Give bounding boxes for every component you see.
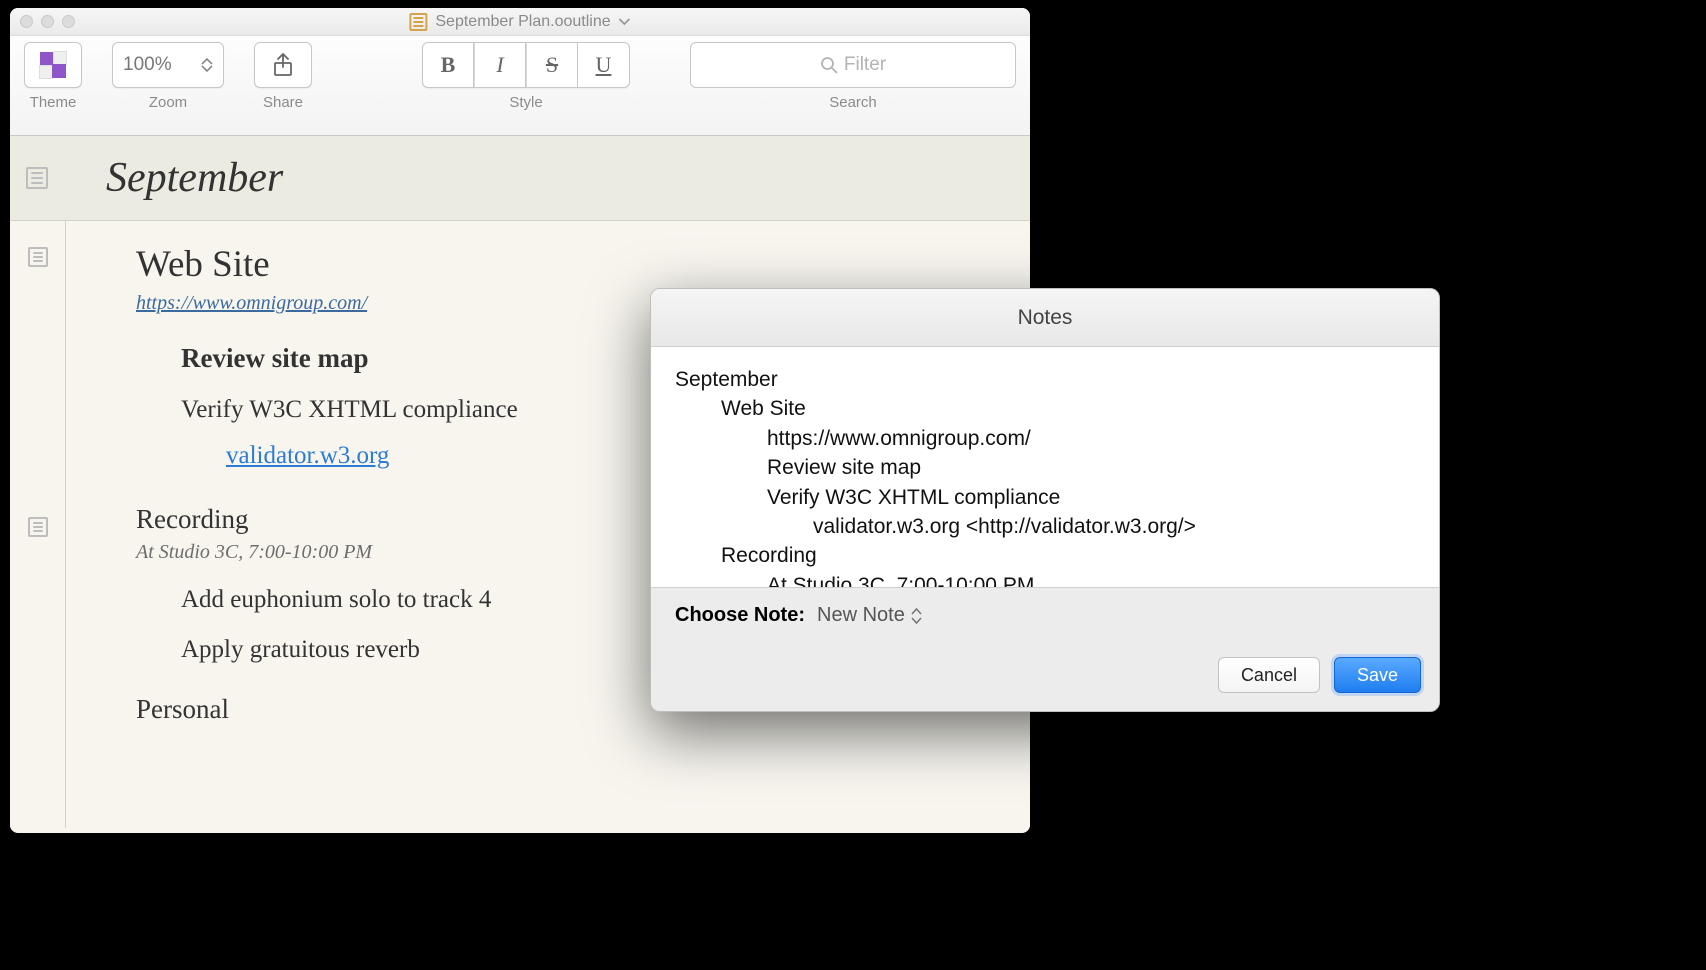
share-group: Share [254,42,312,135]
minimize-window-button[interactable] [41,15,54,28]
updown-icon [911,608,922,624]
note-line: https://www.omnigroup.com/ [675,424,1415,453]
theme-icon [40,52,66,78]
zoom-stepper-icon [195,57,213,73]
toolbar: Theme 100% Zoom Share [10,36,1030,136]
zoom-button[interactable]: 100% [112,42,224,88]
style-label: Style [509,94,542,111]
section-heading[interactable]: Web Site [136,243,1000,286]
zoom-window-button[interactable] [62,15,75,28]
zoom-value: 100% [123,54,172,76]
style-group: B I S U Style [422,42,630,135]
note-line: Review site map [675,453,1415,482]
row-note-icon[interactable] [28,247,48,267]
validator-link[interactable]: validator.w3.org [226,442,389,470]
choose-note-label: Choose Note: [675,604,805,627]
notes-dialog: Notes September Web Site https://www.omn… [650,288,1440,712]
choose-note-value: New Note [817,604,905,627]
document-icon [409,13,427,31]
save-button[interactable]: Save [1334,657,1421,693]
cancel-button[interactable]: Cancel [1218,657,1320,693]
note-line: Web Site [675,394,1415,423]
dialog-title: Notes [651,289,1439,347]
style-segmented: B I S U [422,42,630,88]
page-title: September [106,154,283,202]
zoom-group: 100% Zoom [112,42,224,135]
share-button[interactable] [254,42,312,88]
section-url-link[interactable]: https://www.omnigroup.com/ [136,292,367,315]
filter-input[interactable]: Filter [690,42,1016,88]
underline-button[interactable]: U [578,42,630,88]
search-group: Filter Search [690,42,1016,135]
share-icon [272,52,294,78]
bold-button[interactable]: B [422,42,474,88]
row-note-icon[interactable] [28,517,48,537]
share-label: Share [263,94,303,111]
note-line: At Studio 3C, 7:00-10:00 PM [675,571,1415,587]
search-label: Search [829,94,877,111]
filter-placeholder: Filter [844,54,886,76]
note-line: Verify W3C XHTML compliance [675,483,1415,512]
gutter [10,221,66,828]
note-line: September [675,365,1415,394]
choose-note-row: Choose Note: New Note [651,587,1439,643]
note-toggle-icon[interactable] [26,167,48,189]
theme-button[interactable] [24,42,82,88]
chevron-down-icon [619,18,631,26]
dialog-footer: Cancel Save [651,643,1439,711]
document-header: September [10,136,1030,221]
theme-group: Theme [24,42,82,135]
theme-label: Theme [30,94,77,111]
italic-button[interactable]: I [474,42,526,88]
window-title[interactable]: September Plan.ooutline [409,13,630,31]
zoom-label: Zoom [149,94,187,111]
note-line: validator.w3.org <http://validator.w3.or… [675,512,1415,541]
strike-button[interactable]: S [526,42,578,88]
window-controls [20,15,75,28]
dialog-text-area[interactable]: September Web Site https://www.omnigroup… [651,347,1439,587]
titlebar: September Plan.ooutline [10,8,1030,36]
note-line: Recording [675,541,1415,570]
window-title-text: September Plan.ooutline [435,13,610,31]
search-icon [820,56,838,74]
choose-note-dropdown[interactable]: New Note [817,604,922,627]
close-window-button[interactable] [20,15,33,28]
